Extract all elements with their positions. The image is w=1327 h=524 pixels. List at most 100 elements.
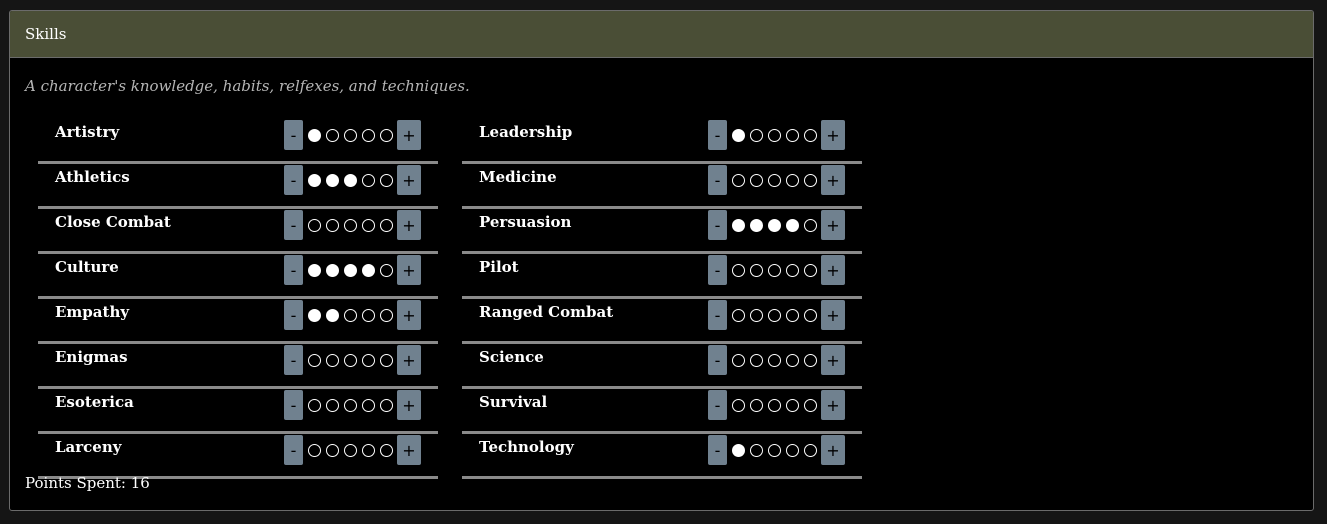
rating-dot-filled[interactable] xyxy=(361,263,375,277)
increment-button[interactable]: + xyxy=(821,255,845,285)
rating-dot-empty[interactable] xyxy=(749,443,763,457)
rating-dot-empty[interactable] xyxy=(325,443,339,457)
rating-dot-empty[interactable] xyxy=(803,308,817,322)
rating-dot-empty[interactable] xyxy=(307,218,321,232)
rating-dot-empty[interactable] xyxy=(749,263,763,277)
rating-dot-empty[interactable] xyxy=(379,398,393,412)
decrement-button[interactable]: - xyxy=(284,210,303,240)
rating-dot-empty[interactable] xyxy=(731,353,745,367)
rating-dot-empty[interactable] xyxy=(767,443,781,457)
rating-dot-filled[interactable] xyxy=(307,128,321,142)
increment-button[interactable]: + xyxy=(821,120,845,150)
decrement-button[interactable]: - xyxy=(284,120,303,150)
rating-dot-filled[interactable] xyxy=(325,263,339,277)
increment-button[interactable]: + xyxy=(397,120,421,150)
decrement-button[interactable]: - xyxy=(708,300,727,330)
rating-dot-empty[interactable] xyxy=(731,398,745,412)
rating-dot-filled[interactable] xyxy=(749,218,763,232)
rating-dot-empty[interactable] xyxy=(785,398,799,412)
increment-button[interactable]: + xyxy=(821,345,845,375)
rating-dot-empty[interactable] xyxy=(379,353,393,367)
decrement-button[interactable]: - xyxy=(708,255,727,285)
rating-dot-filled[interactable] xyxy=(785,218,799,232)
rating-dot-empty[interactable] xyxy=(379,218,393,232)
rating-dot-empty[interactable] xyxy=(361,398,375,412)
rating-dot-empty[interactable] xyxy=(731,173,745,187)
rating-dot-filled[interactable] xyxy=(767,218,781,232)
increment-button[interactable]: + xyxy=(397,165,421,195)
rating-dot-empty[interactable] xyxy=(785,308,799,322)
rating-dot-empty[interactable] xyxy=(803,443,817,457)
increment-button[interactable]: + xyxy=(397,435,421,465)
decrement-button[interactable]: - xyxy=(708,435,727,465)
rating-dot-empty[interactable] xyxy=(379,308,393,322)
rating-dot-empty[interactable] xyxy=(343,218,357,232)
rating-dot-empty[interactable] xyxy=(785,173,799,187)
rating-dot-empty[interactable] xyxy=(379,263,393,277)
rating-dot-empty[interactable] xyxy=(343,308,357,322)
rating-dot-filled[interactable] xyxy=(307,173,321,187)
decrement-button[interactable]: - xyxy=(708,210,727,240)
rating-dot-empty[interactable] xyxy=(325,128,339,142)
decrement-button[interactable]: - xyxy=(284,345,303,375)
rating-dot-empty[interactable] xyxy=(731,263,745,277)
rating-dot-empty[interactable] xyxy=(803,128,817,142)
rating-dot-empty[interactable] xyxy=(379,128,393,142)
rating-dot-empty[interactable] xyxy=(325,353,339,367)
increment-button[interactable]: + xyxy=(821,210,845,240)
rating-dot-empty[interactable] xyxy=(307,398,321,412)
rating-dot-filled[interactable] xyxy=(307,308,321,322)
increment-button[interactable]: + xyxy=(397,255,421,285)
decrement-button[interactable]: - xyxy=(284,435,303,465)
rating-dot-empty[interactable] xyxy=(379,443,393,457)
rating-dot-empty[interactable] xyxy=(803,353,817,367)
rating-dot-empty[interactable] xyxy=(767,398,781,412)
rating-dot-empty[interactable] xyxy=(343,398,357,412)
rating-dot-filled[interactable] xyxy=(343,173,357,187)
increment-button[interactable]: + xyxy=(397,390,421,420)
rating-dot-empty[interactable] xyxy=(803,218,817,232)
rating-dot-filled[interactable] xyxy=(343,263,357,277)
rating-dot-empty[interactable] xyxy=(361,173,375,187)
rating-dot-empty[interactable] xyxy=(767,353,781,367)
rating-dot-empty[interactable] xyxy=(803,173,817,187)
rating-dot-empty[interactable] xyxy=(343,128,357,142)
increment-button[interactable]: + xyxy=(821,165,845,195)
rating-dot-empty[interactable] xyxy=(307,443,321,457)
increment-button[interactable]: + xyxy=(821,300,845,330)
rating-dot-empty[interactable] xyxy=(767,263,781,277)
rating-dot-empty[interactable] xyxy=(767,173,781,187)
rating-dot-empty[interactable] xyxy=(361,218,375,232)
rating-dot-filled[interactable] xyxy=(731,128,745,142)
rating-dot-empty[interactable] xyxy=(785,443,799,457)
rating-dot-filled[interactable] xyxy=(731,218,745,232)
rating-dot-empty[interactable] xyxy=(785,263,799,277)
rating-dot-filled[interactable] xyxy=(307,263,321,277)
increment-button[interactable]: + xyxy=(821,390,845,420)
increment-button[interactable]: + xyxy=(397,345,421,375)
rating-dot-empty[interactable] xyxy=(307,353,321,367)
increment-button[interactable]: + xyxy=(821,435,845,465)
rating-dot-empty[interactable] xyxy=(379,173,393,187)
rating-dot-empty[interactable] xyxy=(803,398,817,412)
rating-dot-filled[interactable] xyxy=(325,308,339,322)
rating-dot-empty[interactable] xyxy=(361,128,375,142)
rating-dot-empty[interactable] xyxy=(785,353,799,367)
decrement-button[interactable]: - xyxy=(284,390,303,420)
decrement-button[interactable]: - xyxy=(284,255,303,285)
rating-dot-filled[interactable] xyxy=(325,173,339,187)
rating-dot-empty[interactable] xyxy=(749,173,763,187)
rating-dot-empty[interactable] xyxy=(731,308,745,322)
rating-dot-empty[interactable] xyxy=(785,128,799,142)
rating-dot-empty[interactable] xyxy=(343,353,357,367)
rating-dot-empty[interactable] xyxy=(749,128,763,142)
decrement-button[interactable]: - xyxy=(708,165,727,195)
decrement-button[interactable]: - xyxy=(284,165,303,195)
rating-dot-empty[interactable] xyxy=(325,218,339,232)
rating-dot-empty[interactable] xyxy=(749,353,763,367)
rating-dot-empty[interactable] xyxy=(325,398,339,412)
increment-button[interactable]: + xyxy=(397,300,421,330)
decrement-button[interactable]: - xyxy=(284,300,303,330)
rating-dot-empty[interactable] xyxy=(749,308,763,322)
rating-dot-empty[interactable] xyxy=(361,353,375,367)
